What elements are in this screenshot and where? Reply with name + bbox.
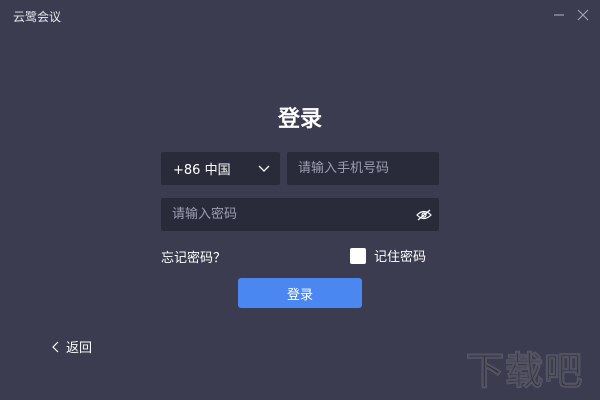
- back-button[interactable]: 返回: [52, 337, 92, 356]
- login-button[interactable]: 登录: [238, 278, 362, 308]
- password-input[interactable]: [161, 198, 409, 231]
- password-field: [161, 198, 439, 231]
- remember-password-label: 记住密码: [374, 250, 427, 265]
- eye-hidden-icon: [416, 209, 432, 220]
- app-title: 云鹭会议: [13, 10, 62, 24]
- phone-input[interactable]: [287, 152, 479, 185]
- close-button[interactable]: [571, 3, 595, 27]
- phone-field: [287, 152, 479, 185]
- close-icon: [577, 9, 589, 21]
- forgot-password-link[interactable]: 忘记密码？: [161, 247, 226, 266]
- page-title: 登录: [277, 107, 322, 132]
- chevron-left-icon: [52, 341, 59, 352]
- remember-password-checkbox[interactable]: [350, 247, 366, 264]
- watermark-text: 下载吧: [465, 349, 584, 394]
- minimize-button[interactable]: [547, 3, 571, 27]
- remember-password: 记住密码: [350, 246, 426, 265]
- minimize-icon: [554, 14, 564, 16]
- back-label: 返回: [66, 341, 93, 356]
- login-window: 云鹭会议 登录 +86 中国 忘记密码？ 记住密: [0, 0, 600, 400]
- country-code-select[interactable]: +86 中国: [161, 152, 280, 185]
- country-code-value: +86 中国: [173, 163, 231, 178]
- chevron-down-icon: [258, 165, 270, 172]
- toggle-password-visibility[interactable]: [409, 198, 439, 231]
